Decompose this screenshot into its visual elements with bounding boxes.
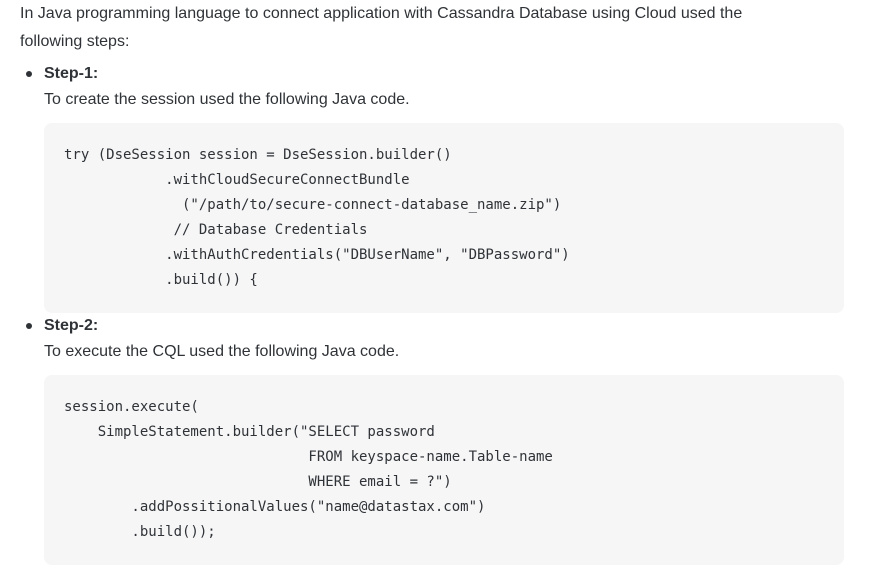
code-line: .withCloudSecureConnectBundle xyxy=(64,172,410,188)
step-1-description: To create the session used the following… xyxy=(44,91,410,108)
step-2-code-block: session.execute( SimpleStatement.builder… xyxy=(44,375,844,565)
code-line: .build()); xyxy=(64,524,216,540)
code-line: FROM keyspace-name.Table-name xyxy=(64,449,553,465)
code-line: try (DseSession session = DseSession.bui… xyxy=(64,147,452,163)
code-line: .build()) { xyxy=(64,272,258,288)
code-line: session.execute( xyxy=(64,399,199,415)
step-2-description: To execute the CQL used the following Ja… xyxy=(44,343,400,360)
code-line: .withAuthCredentials("DBUserName", "DBPa… xyxy=(64,247,570,263)
code-line: WHERE email = ?") xyxy=(64,474,452,490)
step-1: Step-1: To create the session used the f… xyxy=(22,62,852,313)
code-line: // Database Credentials xyxy=(64,222,368,238)
intro-paragraph: In Java programming language to connect … xyxy=(20,5,743,50)
bullet-icon xyxy=(26,71,32,77)
step-1-code-block: try (DseSession session = DseSession.bui… xyxy=(44,123,844,313)
code-line: .addPossitionalValues("name@datastax.com… xyxy=(64,499,486,515)
code-line: SimpleStatement.builder("SELECT password xyxy=(64,424,435,440)
step-2-title: Step-2: xyxy=(44,317,99,334)
step-2: Step-2: To execute the CQL used the foll… xyxy=(22,314,852,565)
bullet-icon xyxy=(26,323,32,329)
step-1-heading: Step-1: xyxy=(22,62,852,86)
step-1-title: Step-1: xyxy=(44,65,99,82)
code-line: ("/path/to/secure-connect-database_name.… xyxy=(64,197,562,213)
step-2-heading: Step-2: xyxy=(22,314,852,338)
